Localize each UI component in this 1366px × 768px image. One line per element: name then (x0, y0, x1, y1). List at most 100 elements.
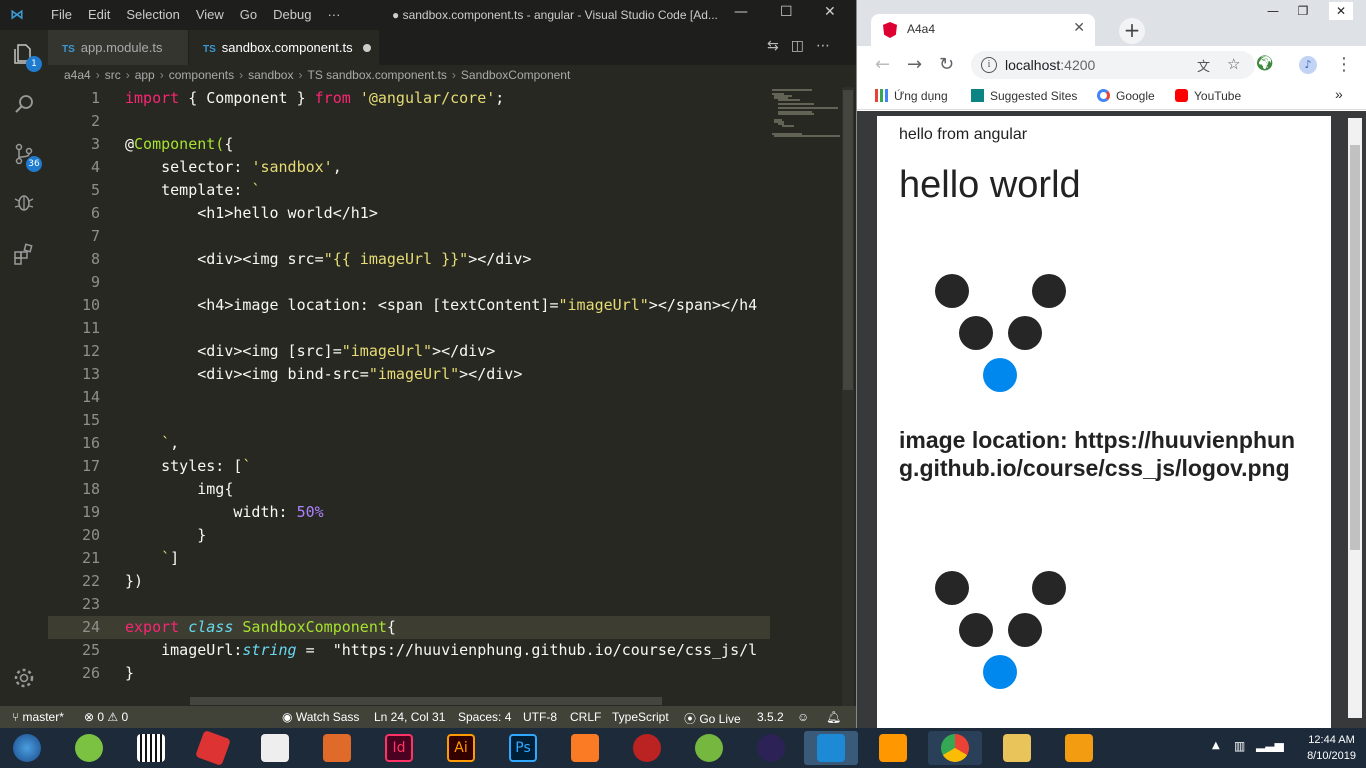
minimize-button[interactable]: — (734, 4, 748, 20)
menu-selection[interactable]: Selection (118, 7, 187, 22)
line-ending[interactable]: CRLF (570, 710, 601, 724)
taskbar-app[interactable] (186, 730, 240, 766)
menu-debug[interactable]: Debug (265, 7, 319, 22)
breadcrumb-item[interactable]: sandbox (248, 68, 293, 82)
tab-app-module[interactable]: TS app.module.ts (48, 30, 188, 65)
more-actions-icon[interactable]: ⋯ (816, 38, 842, 54)
chrome-minimize-button[interactable]: — (1261, 2, 1285, 20)
open-changes-icon[interactable]: ⇆ (767, 38, 791, 54)
back-icon[interactable]: ← (875, 54, 890, 75)
chrome-close-button[interactable]: ✕ (1329, 2, 1353, 20)
taskbar-app[interactable] (310, 731, 364, 765)
code-line[interactable]: 16 `, (48, 432, 770, 455)
settings-gear-icon[interactable] (10, 666, 38, 694)
code-line[interactable]: 21 `] (48, 547, 770, 570)
code-line[interactable]: 20 } (48, 524, 770, 547)
code-line[interactable]: 26} (48, 662, 770, 685)
code-line[interactable]: 11 (48, 317, 770, 340)
problems-indicator[interactable]: ⊗ 0 ⚠ 0 (84, 710, 128, 724)
site-info-icon[interactable]: i (981, 57, 997, 73)
new-tab-button[interactable]: + (1119, 18, 1145, 44)
code-line[interactable]: 23 (48, 593, 770, 616)
code-line[interactable]: 19 width: 50% (48, 501, 770, 524)
code-line[interactable]: 3 @Component({ (48, 133, 770, 156)
bookmark-star-icon[interactable]: ☆ (1227, 55, 1240, 73)
code-line[interactable]: 5 template: ` (48, 179, 770, 202)
maximize-button[interactable]: ☐ (780, 4, 793, 20)
page-scroll-thumb[interactable] (1350, 145, 1360, 550)
bookmarks-overflow-icon[interactable]: » (1335, 86, 1343, 102)
menu-more[interactable]: ··· (319, 7, 348, 22)
code-line[interactable]: 6 <h1>hello world</h1> (48, 202, 770, 225)
taskbar-eclipse[interactable] (744, 731, 798, 765)
bookmark-youtube[interactable]: YouTube (1175, 89, 1241, 103)
feedback-smiley-icon[interactable]: ☺ (797, 710, 809, 724)
code-line[interactable]: 25 imageUrl:string = "https://huuvienphu… (48, 639, 770, 662)
code-line[interactable]: 2 (48, 110, 770, 133)
bookmark-apps[interactable]: Ứng dụng (875, 89, 948, 103)
tray-expand-icon[interactable]: ▲ (1212, 740, 1220, 751)
start-button[interactable] (0, 731, 54, 765)
indentation[interactable]: Spaces: 4 (458, 710, 511, 724)
menu-kebab-icon[interactable]: ⋮ (1335, 54, 1353, 75)
code-line[interactable]: 9 (48, 271, 770, 294)
breadcrumb-item[interactable]: components (169, 68, 234, 82)
editor-scroll-thumb[interactable] (843, 90, 853, 390)
tab-close-icon[interactable]: ✕ (1073, 20, 1085, 36)
cursor-position[interactable]: Ln 24, Col 31 (374, 710, 445, 724)
ts-version[interactable]: 3.5.2 (757, 710, 784, 724)
code-line[interactable]: 24 export class SandboxComponent{ (48, 616, 770, 639)
taskbar-utorrent[interactable] (682, 731, 736, 765)
encoding[interactable]: UTF-8 (523, 710, 557, 724)
horizontal-scroll-thumb[interactable] (190, 697, 662, 705)
tray-network-icon[interactable]: ▥ (1234, 739, 1245, 753)
menu-go[interactable]: Go (232, 7, 265, 22)
breadcrumb-item[interactable]: app (135, 68, 155, 82)
code-editor[interactable]: 1 import { Component } from '@angular/cor… (48, 87, 770, 697)
menu-view[interactable]: View (188, 7, 232, 22)
code-line[interactable]: 15 (48, 409, 770, 432)
taskbar-media[interactable] (1052, 731, 1106, 765)
taskbar-vscode[interactable] (804, 731, 858, 765)
taskbar-app[interactable] (62, 731, 116, 765)
split-editor-icon[interactable]: ◫ (791, 38, 816, 54)
debug-icon[interactable] (10, 190, 38, 218)
reload-icon[interactable]: ↻ (939, 54, 954, 75)
code-line[interactable]: 7 (48, 225, 770, 248)
breadcrumb-item[interactable]: SandboxComponent (461, 68, 570, 82)
tray-signal-icon[interactable]: ▂▃▅ (1256, 738, 1284, 752)
chrome-maximize-button[interactable]: ❐ (1291, 2, 1315, 20)
unsaved-dot-icon[interactable] (363, 44, 371, 52)
watch-sass[interactable]: ◉ Watch Sass (282, 710, 359, 724)
taskbar-app[interactable] (620, 731, 674, 765)
code-line[interactable]: 22}) (48, 570, 770, 593)
menu-edit[interactable]: Edit (80, 7, 118, 22)
code-line[interactable]: 13 <div><img bind-src="imageUrl"></div> (48, 363, 770, 386)
breadcrumb-item[interactable]: a4a4 (64, 68, 91, 82)
bookmark-suggested-sites[interactable]: Suggested Sites (971, 89, 1077, 103)
code-line[interactable]: 14 (48, 386, 770, 409)
code-line[interactable]: 17 styles: [` (48, 455, 770, 478)
code-line[interactable]: 4 selector: 'sandbox', (48, 156, 770, 179)
code-line[interactable]: 8 <div><img src="{{ imageUrl }}"></div> (48, 248, 770, 271)
url-text[interactable]: localhost:4200 (1005, 57, 1095, 73)
search-icon[interactable] (10, 92, 38, 120)
code-line[interactable]: 18 img{ (48, 478, 770, 501)
taskbar-app[interactable] (248, 731, 302, 765)
taskbar-photoshop[interactable]: Ps (496, 731, 550, 765)
taskbar-app[interactable] (124, 731, 178, 765)
breadcrumb-item[interactable]: TS sandbox.component.ts (307, 68, 446, 82)
menu-file[interactable]: File (43, 7, 80, 22)
taskbar-xampp[interactable] (558, 731, 612, 765)
taskbar-sublime[interactable] (866, 731, 920, 765)
taskbar-explorer[interactable] (990, 731, 1044, 765)
language-mode[interactable]: TypeScript (612, 710, 669, 724)
notifications-bell-icon[interactable]: 🔔︎ (826, 710, 841, 724)
git-branch[interactable]: ⑂ master* (12, 710, 64, 724)
minimap[interactable] (770, 87, 840, 707)
code-line[interactable]: 12 <div><img [src]="imageUrl"></div> (48, 340, 770, 363)
tray-clock[interactable]: 12:44 AM 8/10/2019 (1307, 732, 1356, 764)
extension-globe-icon[interactable]: 🌍︎ (1255, 54, 1274, 72)
go-live[interactable]: ⦿ Go Live (684, 710, 741, 727)
taskbar-indesign[interactable]: Id (372, 731, 426, 765)
